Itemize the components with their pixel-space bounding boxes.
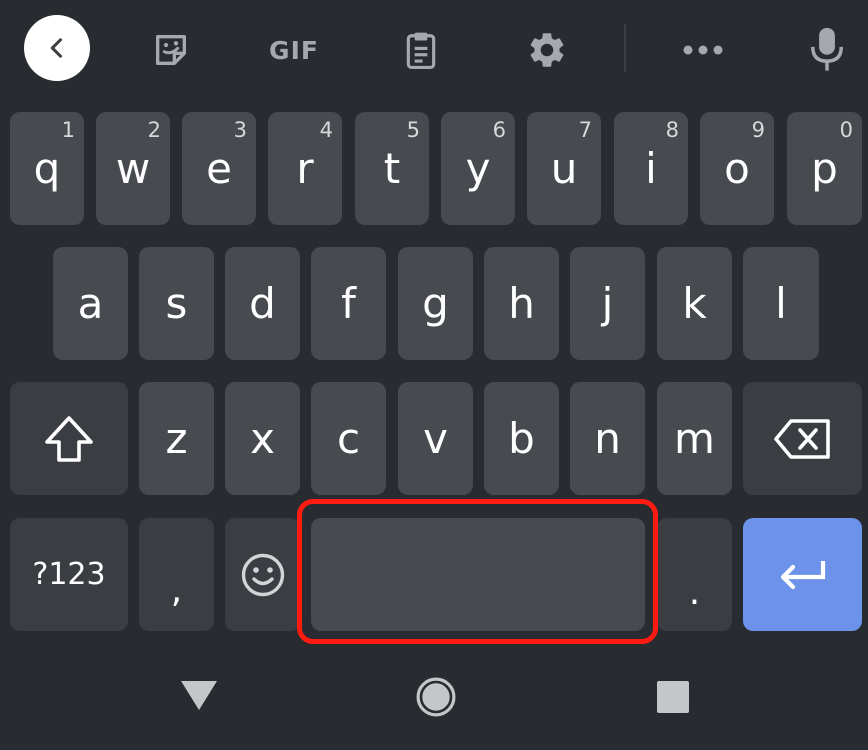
key-q[interactable]: q 1	[10, 112, 84, 225]
key-u[interactable]: u 7	[527, 112, 601, 225]
key-label: n	[594, 414, 621, 463]
key-p[interactable]: p 0	[787, 112, 862, 225]
key-hint: 5	[406, 118, 420, 142]
gif-icon: GIF	[269, 35, 319, 65]
key-m[interactable]: m	[657, 382, 732, 495]
sticker-button[interactable]	[140, 19, 202, 81]
key-r[interactable]: r 4	[268, 112, 342, 225]
key-y[interactable]: y 6	[441, 112, 515, 225]
key-j[interactable]: j	[570, 247, 645, 360]
settings-icon	[530, 33, 564, 67]
shift-key[interactable]	[10, 382, 128, 495]
space-key[interactable]	[311, 518, 645, 631]
nav-recents-button[interactable]	[638, 662, 708, 732]
key-z[interactable]: z	[139, 382, 214, 495]
shift-key-icon-wrap	[10, 382, 128, 495]
back-icon	[50, 38, 63, 58]
key-v[interactable]: v	[398, 382, 473, 495]
key-l[interactable]: l	[743, 247, 819, 360]
key-hint: 6	[492, 118, 506, 142]
key-label: c	[336, 414, 361, 463]
key-label: a	[77, 279, 104, 328]
nav-home-icon	[416, 677, 456, 717]
key-label: v	[423, 414, 448, 463]
key-label: h	[508, 279, 535, 328]
key-hint: 7	[578, 118, 592, 142]
key-s[interactable]: s	[139, 247, 214, 360]
backspace-key[interactable]	[743, 382, 862, 495]
key-label: z	[165, 414, 188, 463]
key-label: x	[250, 414, 275, 463]
key-label	[311, 518, 645, 631]
key-label: ,	[170, 570, 183, 611]
key-x[interactable]: x	[225, 382, 300, 495]
backspace-icon	[773, 418, 830, 459]
key-label: m	[674, 414, 715, 463]
shift-icon	[45, 415, 93, 462]
key-label: b	[508, 414, 535, 463]
key-label: k	[682, 279, 707, 328]
keyboard-toolbar: GIF	[0, 0, 868, 100]
key-w[interactable]: w 2	[96, 112, 170, 225]
clipboard-icon	[406, 32, 436, 69]
key-label: .	[688, 572, 701, 613]
key-o[interactable]: o 9	[700, 112, 774, 225]
key-label: f	[341, 279, 356, 328]
key-hint: 3	[233, 118, 247, 142]
voice-input-button[interactable]	[796, 19, 858, 81]
key-hint: 4	[319, 118, 333, 142]
system-nav-bar	[0, 650, 868, 750]
enter-key-icon-wrap	[743, 518, 862, 631]
key-e[interactable]: e 3	[182, 112, 256, 225]
emoji-key-icon-wrap	[225, 518, 300, 631]
more-button[interactable]	[672, 19, 734, 81]
key-h[interactable]: h	[484, 247, 559, 360]
more-icon	[683, 45, 723, 55]
nav-back-button[interactable]	[164, 660, 234, 730]
key-b[interactable]: b	[484, 382, 559, 495]
key-label: j	[601, 279, 614, 328]
gif-button[interactable]: GIF	[262, 19, 326, 81]
nav-recents-icon	[657, 681, 689, 713]
key-g[interactable]: g	[398, 247, 473, 360]
key-label: s	[165, 279, 188, 328]
comma-key[interactable]: ,	[139, 518, 214, 631]
symbols-key[interactable]: ?123	[10, 518, 128, 631]
key-label: d	[249, 279, 276, 328]
mic-icon	[811, 27, 843, 71]
key-i[interactable]: i 8	[614, 112, 688, 225]
backspace-key-icon-wrap	[743, 382, 862, 495]
key-a[interactable]: a	[53, 247, 128, 360]
key-hint: 1	[61, 118, 75, 142]
key-t[interactable]: t 5	[355, 112, 429, 225]
key-hint: 0	[839, 118, 853, 142]
key-hint: 2	[147, 118, 161, 142]
key-n[interactable]: n	[570, 382, 645, 495]
key-label: l	[775, 279, 787, 328]
settings-button[interactable]	[516, 19, 578, 81]
key-f[interactable]: f	[311, 247, 386, 360]
enter-key[interactable]	[743, 518, 862, 631]
enter-icon	[780, 560, 825, 589]
key-c[interactable]: c	[311, 382, 386, 495]
collapse-toolbar-button[interactable]	[24, 15, 90, 81]
emoji-key[interactable]	[225, 518, 300, 631]
toolbar-divider	[624, 24, 626, 72]
sticker-icon	[156, 35, 186, 65]
key-d[interactable]: d	[225, 247, 300, 360]
key-hint: 8	[665, 118, 679, 142]
period-key[interactable]: .	[657, 518, 732, 631]
key-label: g	[422, 279, 449, 328]
key-hint: 9	[751, 118, 765, 142]
clipboard-button[interactable]	[390, 19, 452, 81]
nav-back-icon	[181, 681, 217, 710]
key-k[interactable]: k	[657, 247, 732, 360]
nav-home-button[interactable]	[401, 662, 471, 732]
key-label: ?123	[32, 557, 106, 592]
emoji-icon	[241, 553, 284, 596]
